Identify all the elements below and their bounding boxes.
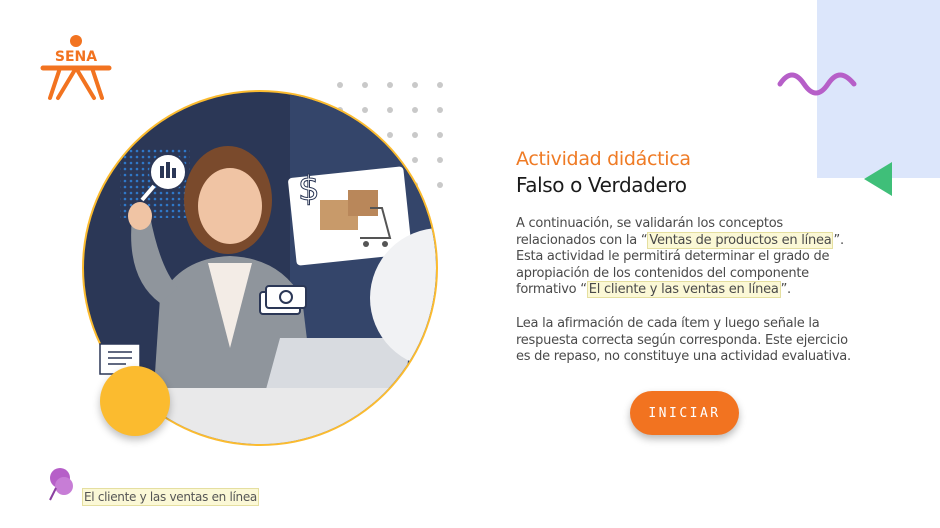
wave-decoration-icon [777, 72, 857, 96]
intro-paragraph-1: A continuación, se validarán los concept… [516, 216, 861, 299]
course-highlight: El cliente y las ventas en línea [586, 281, 781, 299]
svg-text:$: $ [298, 169, 320, 209]
pushpin-icon [49, 468, 73, 501]
course-name-label: El cliente y las ventas en línea [82, 488, 259, 506]
activity-kicker: Actividad didáctica [516, 148, 691, 170]
dollar-icon: $ [298, 169, 321, 210]
triangle-decoration-icon [864, 162, 892, 196]
intro-paragraph-2: Lea la afirmación de cada ítem y luego s… [516, 316, 851, 365]
start-button[interactable]: INICIAR [630, 391, 739, 435]
intro-text-c: ”. [780, 282, 792, 298]
activity-title: Falso o Verdadero [516, 173, 687, 197]
topic-highlight: Ventas de productos en línea [647, 231, 834, 249]
decorative-yellow-circle [100, 366, 170, 436]
banknotes-icon [259, 285, 307, 315]
logo-text: SENA [55, 49, 97, 65]
